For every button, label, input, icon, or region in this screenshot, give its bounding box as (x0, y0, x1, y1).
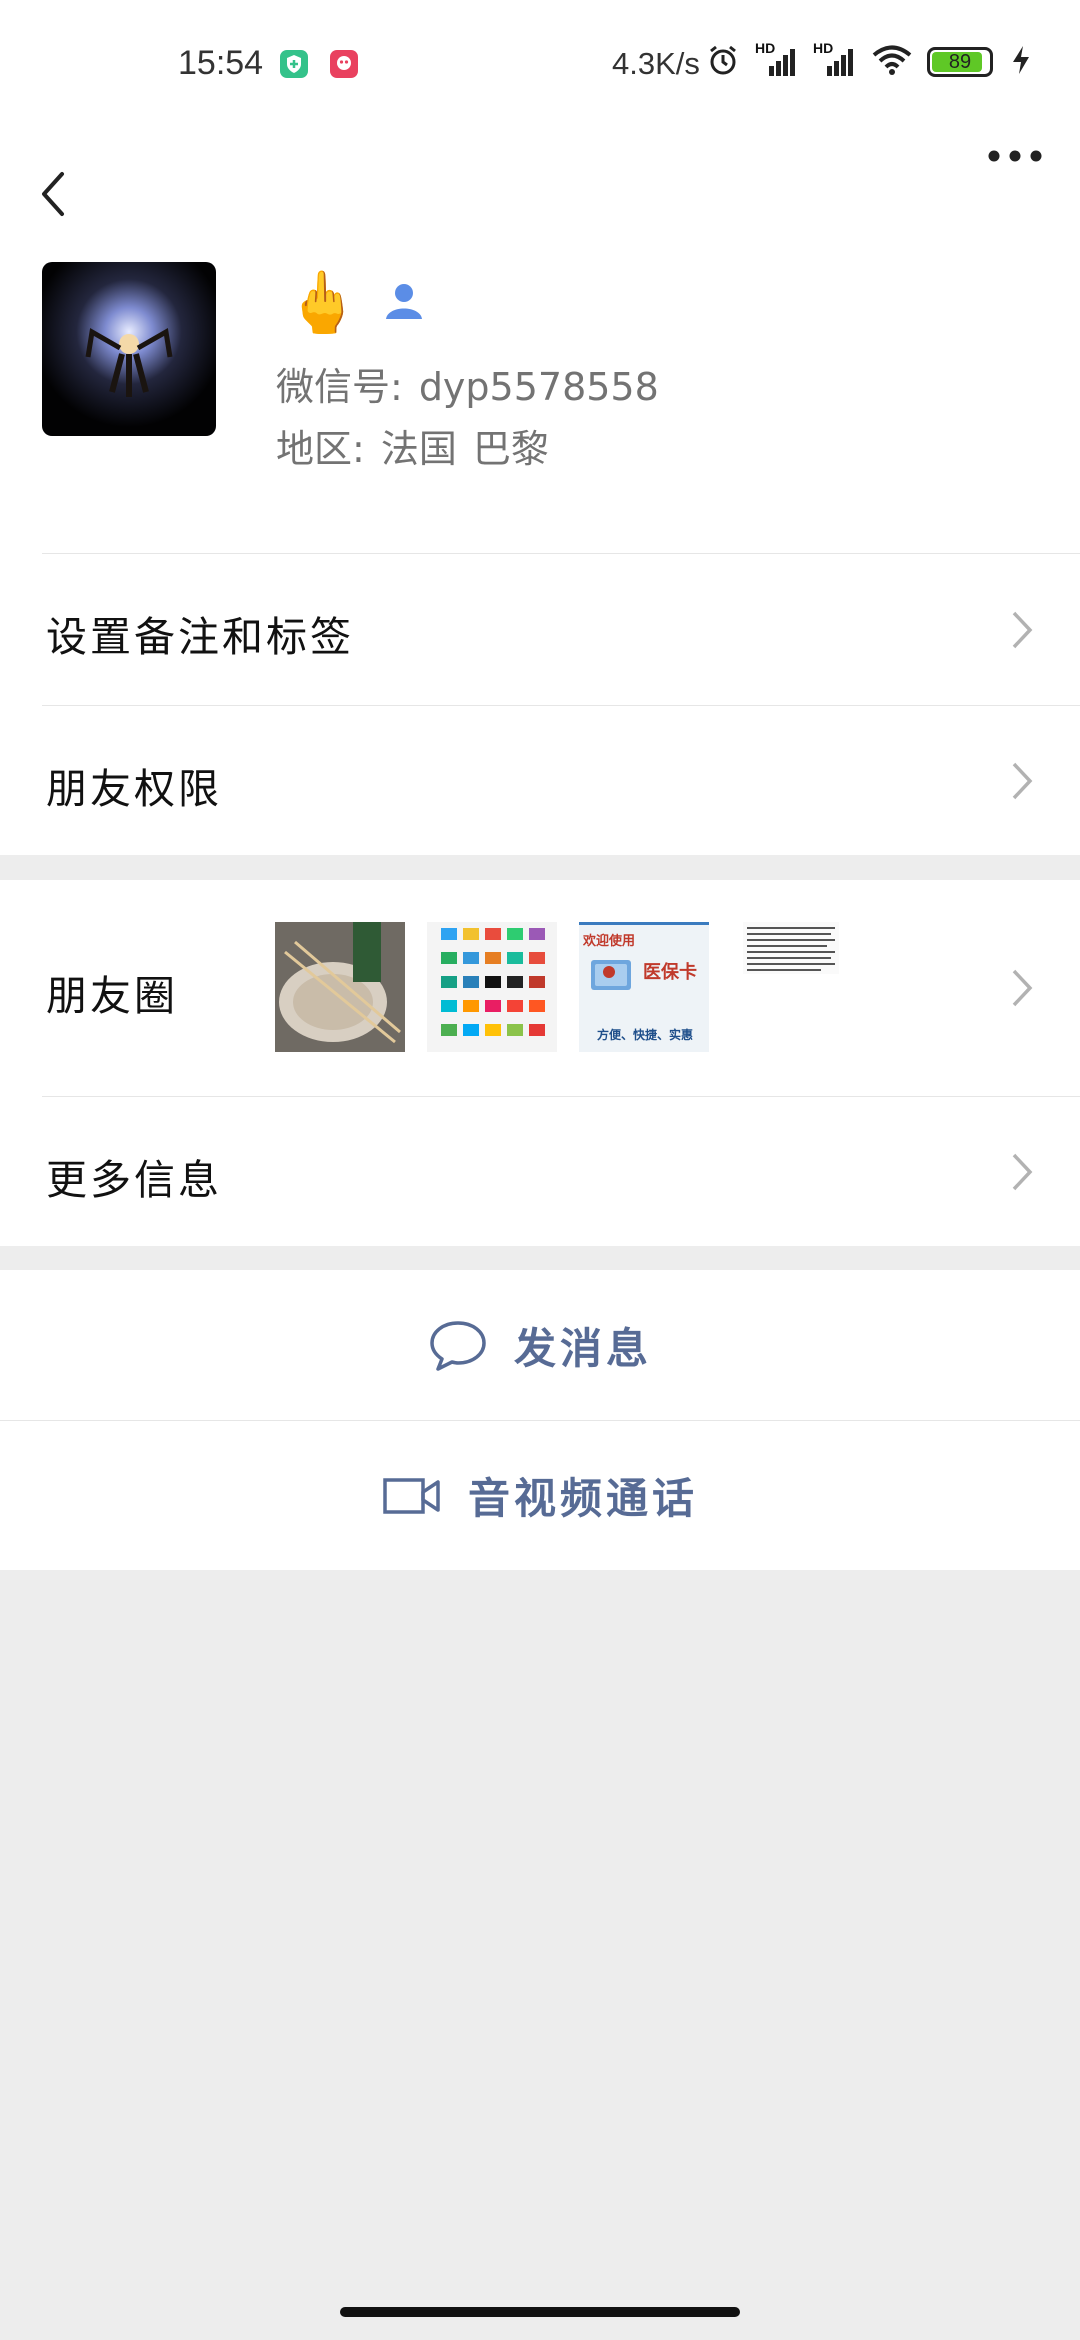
region-row: 地区: 法国 巴黎 (276, 418, 549, 473)
nickname: 🖕 (285, 268, 360, 338)
remark-tags-label: 设置备注和标签 (46, 613, 354, 661)
friend-permissions-label: 朋友权限 (46, 765, 222, 813)
status-icons: HD HD 89 (705, 40, 1035, 82)
thumb3-card: 医保卡 (643, 962, 697, 983)
divider (42, 553, 1080, 554)
region-label: 地区: (276, 427, 365, 471)
send-message-label: 发消息 (513, 1323, 652, 1373)
contact-person-icon (382, 279, 426, 327)
red-app-icon (330, 50, 358, 78)
more-info-label: 更多信息 (46, 1156, 222, 1204)
network-speed: 4.3K/s (612, 46, 700, 81)
send-message-button[interactable]: 发消息 (0, 1270, 1080, 1420)
moments-thumb-4 (731, 922, 861, 1052)
shield-app-icon (280, 50, 308, 78)
moments-row[interactable]: 朋友圈 欢迎使用 医保卡 方便、快捷、实惠 (0, 880, 1080, 1096)
avatar[interactable] (42, 262, 216, 436)
signal-icon: HD (813, 40, 857, 80)
battery-icon: 89 (927, 47, 993, 77)
wechat-id-value[interactable]: dyp5578558 (419, 365, 659, 409)
back-button[interactable] (30, 130, 100, 260)
moments-thumbnails: 欢迎使用 医保卡 方便、快捷、实惠 (275, 922, 861, 1052)
more-dots-icon (988, 150, 1042, 162)
profile-header: 🖕 微信号: dyp5578558 地区: 法国 巴黎 (0, 260, 1080, 553)
thumb3-footer: 方便、快捷、实惠 (597, 1028, 694, 1042)
divider (0, 1420, 1080, 1421)
wifi-icon (871, 42, 913, 82)
charging-icon (1007, 42, 1035, 82)
friend-permissions-row[interactable]: 朋友权限 (0, 705, 1080, 855)
thumb3-title: 欢迎使用 (583, 934, 636, 949)
signal-icon: HD (755, 40, 799, 80)
chat-bubble-icon (430, 1321, 486, 1371)
top-nav-bar (0, 130, 1080, 260)
video-call-button[interactable]: 音视频通话 (0, 1420, 1080, 1570)
status-bar: 15:54 4.3K/s HD HD 89 (0, 0, 1080, 130)
battery-percent: 89 (948, 50, 972, 73)
divider (42, 1096, 1080, 1097)
chevron-right-icon (1012, 1153, 1033, 1191)
chevron-right-icon (1012, 762, 1033, 800)
chevron-right-icon (1012, 969, 1033, 1007)
video-call-label: 音视频通话 (467, 1474, 698, 1523)
chevron-left-icon (42, 172, 64, 216)
moments-thumb-1 (275, 922, 405, 1052)
region-country: 法国 (380, 427, 457, 471)
alarm-icon (705, 42, 741, 82)
wechat-id-row: 微信号: dyp5578558 (276, 356, 659, 411)
more-info-row[interactable]: 更多信息 (0, 1096, 1080, 1246)
region-city: 巴黎 (472, 427, 549, 471)
nickname-row: 🖕 (285, 268, 426, 338)
status-time: 15:54 (178, 44, 264, 82)
remark-tags-row[interactable]: 设置备注和标签 (0, 553, 1080, 705)
video-camera-icon (383, 1477, 440, 1514)
more-button[interactable] (970, 130, 1060, 260)
chevron-right-icon (1012, 611, 1033, 649)
moments-thumb-3: 欢迎使用 医保卡 方便、快捷、实惠 (579, 922, 709, 1052)
divider (42, 705, 1080, 706)
home-indicator[interactable] (340, 2307, 740, 2317)
wechat-id-label: 微信号: (276, 365, 403, 409)
moments-label: 朋友圈 (46, 972, 178, 1020)
moments-thumb-2 (427, 922, 557, 1052)
